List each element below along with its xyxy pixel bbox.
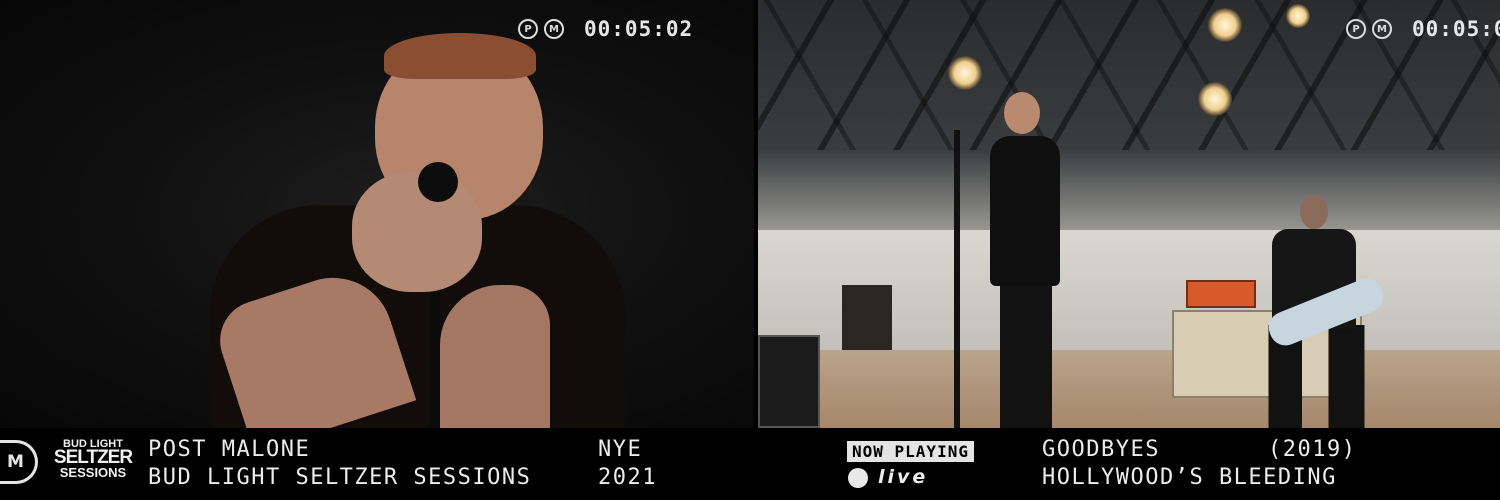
now-playing-badge: NOW PLAYING [847, 441, 974, 462]
p-indicator-icon: P [1346, 19, 1366, 39]
guitarist [1248, 195, 1388, 428]
m-indicator-icon: M [1372, 19, 1392, 39]
amp-head [1186, 280, 1256, 308]
stage-floor [758, 350, 1500, 428]
mic-stand [954, 130, 960, 428]
stage-light [948, 56, 982, 90]
p-indicator-icon: P [518, 19, 538, 39]
right-camera-feed: P M 00:05:02 [758, 0, 1500, 428]
stage-light [1286, 4, 1310, 28]
stage-light [1208, 8, 1242, 42]
stage-light [1198, 82, 1232, 116]
singer-head [1004, 92, 1040, 134]
mic-stand [430, 285, 440, 428]
singer-body [990, 136, 1060, 286]
series-name: BUD LIGHT SELTZER SESSIONS [148, 465, 532, 490]
song-title: GOODBYES [1042, 437, 1160, 462]
microphone [418, 162, 458, 202]
performer-right-arm [440, 285, 550, 428]
singer-legs [1000, 282, 1052, 428]
artist-name: POST MALONE [148, 437, 311, 462]
left-timestamp-overlay: P M 00:05:02 [518, 16, 693, 42]
album-name: HOLLYWOOD’S BLEEDING [1042, 465, 1337, 490]
left-timestamp: 00:05:02 [584, 17, 694, 41]
right-timestamp-overlay: P M 00:05:02 [1346, 16, 1500, 42]
live-dot-icon [848, 468, 868, 488]
song-year: (2019) [1268, 437, 1357, 462]
right-timestamp: 00:05:02 [1412, 17, 1500, 41]
singer [978, 92, 1070, 428]
guitarist-legs [1254, 325, 1374, 428]
event-year: 2021 [598, 465, 657, 490]
live-label: live [878, 466, 929, 488]
performer-hands [352, 172, 482, 292]
bud-light-seltzer-logo: BUD LIGHT SELTZER SESSIONS [54, 438, 133, 481]
left-camera-feed: P M 00:05:02 [0, 0, 754, 428]
road-case [758, 335, 820, 428]
guitarist-head [1300, 195, 1328, 229]
video-stage: P M 00:05:02 P M 00:05: [0, 0, 1500, 428]
brand-line-3: SESSIONS [59, 465, 127, 481]
performer-hair [384, 33, 536, 79]
event-name: NYE [598, 437, 643, 462]
m-indicator-icon: M [544, 19, 564, 39]
